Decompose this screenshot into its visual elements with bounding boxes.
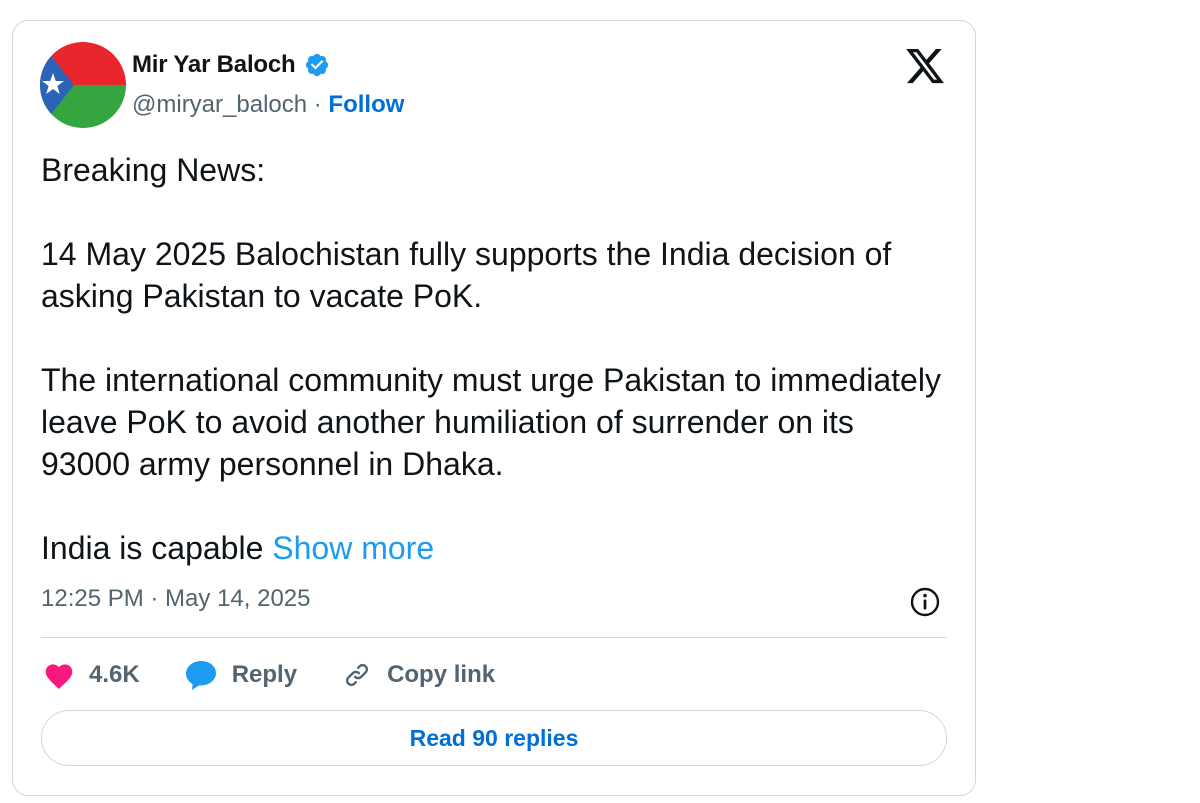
tweet-actions: 4.6K Reply Copy link (43, 653, 539, 697)
tweet-card: Mir Yar Baloch @miryar_baloch · Follow B… (12, 20, 976, 796)
tweet-truncated-paragraph: India is capable Show more (41, 527, 951, 569)
author-handle[interactable]: @miryar_baloch (132, 91, 307, 119)
tweet-text: Breaking News: 14 May 2025 Balochistan f… (41, 149, 951, 569)
tweet-truncated-text: India is capable (41, 530, 273, 566)
copy-link-button[interactable]: Copy link (341, 659, 495, 691)
tweet-timestamp[interactable]: 12:25 PM · May 14, 2025 (41, 585, 310, 613)
reply-button[interactable]: Reply (184, 659, 297, 691)
author-handle-row: @miryar_baloch · Follow (132, 91, 404, 119)
divider (41, 637, 947, 638)
tweet-paragraph: 14 May 2025 Balochistan fully supports t… (41, 236, 892, 314)
tweet-paragraph: Breaking News: (41, 152, 266, 188)
heart-icon (43, 660, 75, 690)
author-name-row: Mir Yar Baloch (132, 51, 330, 79)
reply-bubble-icon (184, 659, 218, 691)
baloch-flag-avatar (40, 42, 126, 128)
info-icon[interactable] (909, 586, 941, 618)
show-more-link[interactable]: Show more (272, 530, 434, 566)
author-avatar[interactable] (40, 42, 126, 128)
verified-badge-icon (304, 52, 330, 78)
author-display-name[interactable]: Mir Yar Baloch (132, 51, 296, 79)
x-logo-icon[interactable] (904, 45, 946, 87)
follow-button[interactable]: Follow (328, 91, 404, 119)
copy-link-label: Copy link (387, 661, 496, 688)
tweet-paragraph: The international community must urge Pa… (41, 362, 941, 482)
link-icon (341, 659, 373, 691)
read-replies-button[interactable]: Read 90 replies (41, 710, 947, 766)
like-button[interactable]: 4.6K (43, 660, 140, 690)
handle-separator: · (307, 91, 329, 118)
reply-label: Reply (231, 661, 298, 688)
like-count: 4.6K (89, 661, 140, 688)
